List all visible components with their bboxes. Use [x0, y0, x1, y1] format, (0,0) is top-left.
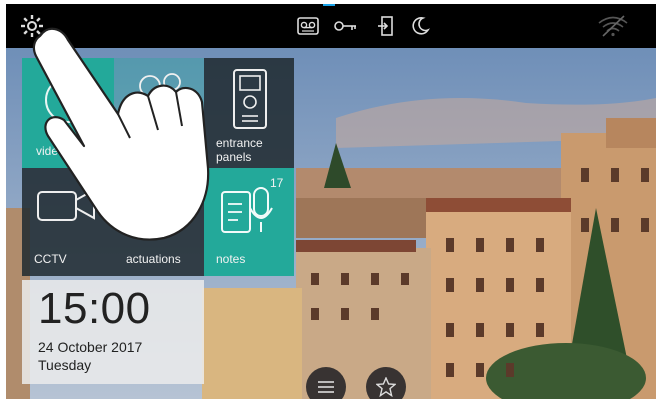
tile-entrance-panels[interactable]: entrance panels: [204, 58, 294, 168]
tile-entrance-panels-label-line1: entrance: [216, 136, 263, 150]
clock-day: Tuesday: [38, 357, 92, 373]
door-exit-icon: [374, 14, 398, 38]
menu-icon: [318, 381, 334, 393]
key-icon: [334, 14, 358, 38]
tile-entrance-panels-label-line2: panels: [216, 150, 252, 164]
tile-notes[interactable]: 17 notes: [204, 168, 294, 276]
pointing-hand-icon: [32, 27, 210, 241]
moon-icon: [408, 14, 432, 38]
voicemail-icon: [296, 14, 320, 38]
tile-cctv-label: CCTV: [34, 252, 67, 266]
tile-actuations-label: actuations: [126, 252, 181, 266]
star-icon: [376, 377, 396, 397]
notes-microphone-icon: [221, 187, 273, 233]
entrance-panel-icon: [233, 69, 267, 129]
favorites-button[interactable]: [366, 367, 406, 399]
tile-notes-label: notes: [216, 252, 246, 266]
clock-date: 24 October 2017: [38, 339, 143, 355]
top-accent-marker: [323, 4, 335, 6]
clock-widget: 15:00 24 October 2017 Tuesday: [22, 280, 204, 384]
clock-time: 15:00: [38, 284, 151, 333]
menu-button[interactable]: [306, 367, 346, 399]
wifi-off-icon: [596, 14, 630, 38]
intercom-home-screen: video intercom entrance panels CCTV actu…: [6, 4, 656, 399]
